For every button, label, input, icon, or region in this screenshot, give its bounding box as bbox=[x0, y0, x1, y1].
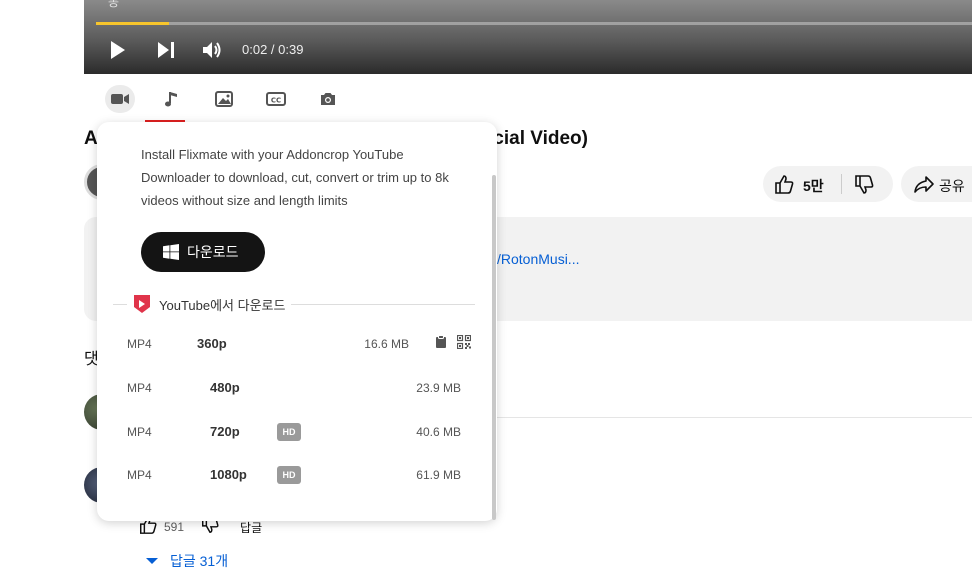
download-row[interactable]: MP4 1080p HD 61.9 MB bbox=[127, 464, 467, 486]
like-count: 5만 bbox=[803, 178, 824, 194]
next-icon bbox=[158, 42, 174, 58]
cc-tab[interactable]: CC bbox=[261, 85, 291, 113]
volume-icon bbox=[203, 42, 221, 58]
copy-button[interactable] bbox=[435, 335, 447, 352]
music-icon bbox=[165, 92, 177, 107]
page: 동 0:02 / 0:39 CC A icial Video) 5만 공유 /R… bbox=[0, 0, 972, 573]
clipboard-icon bbox=[436, 335, 446, 348]
row-resolution: 480p bbox=[210, 380, 240, 395]
camera-tab[interactable] bbox=[313, 85, 343, 113]
camera-icon bbox=[321, 93, 335, 105]
svg-text:CC: CC bbox=[271, 97, 281, 105]
next-button[interactable] bbox=[154, 38, 178, 62]
windows-icon bbox=[163, 244, 179, 260]
share-label: 공유 bbox=[939, 178, 965, 194]
row-format: MP4 bbox=[127, 337, 152, 351]
video-tab[interactable] bbox=[105, 85, 135, 113]
video-title-start: A bbox=[84, 128, 98, 149]
row-resolution: 720p bbox=[210, 424, 240, 439]
download-row[interactable]: MP4 360p 16.6 MB bbox=[127, 333, 472, 355]
dislike-button[interactable] bbox=[853, 174, 875, 201]
play-button[interactable] bbox=[106, 38, 130, 62]
description-link[interactable]: /RotonMusi... bbox=[497, 251, 579, 267]
popup-scrollbar[interactable] bbox=[492, 175, 496, 520]
thumbs-down-icon bbox=[855, 175, 874, 194]
row-format: MP4 bbox=[127, 425, 152, 439]
chevron-down-icon bbox=[146, 558, 158, 564]
install-promo-text: Install Flixmate with your Addoncrop You… bbox=[141, 147, 449, 208]
section-title: YouTube에서 다운로드 bbox=[159, 297, 286, 313]
row-format: MP4 bbox=[127, 381, 152, 395]
reply-button[interactable]: 답글 bbox=[240, 519, 262, 536]
download-app-button[interactable]: 다운로드 bbox=[141, 232, 265, 272]
replies-toggle[interactable]: 답글 31개 bbox=[146, 551, 228, 571]
progress-fill bbox=[96, 22, 169, 25]
like-button[interactable] bbox=[773, 173, 795, 200]
section-title-wrap: YouTube에서 다운로드 bbox=[127, 294, 292, 314]
downloader-popup: Install Flixmate with your Addoncrop You… bbox=[97, 122, 497, 521]
qr-code-icon bbox=[456, 334, 472, 350]
video-player[interactable]: 동 0:02 / 0:39 bbox=[84, 0, 972, 74]
row-format: MP4 bbox=[127, 468, 152, 482]
youtube-section-header: YouTube에서 다운로드 bbox=[113, 294, 475, 314]
row-size: 23.9 MB bbox=[416, 381, 461, 395]
qr-code-button[interactable] bbox=[456, 334, 472, 352]
music-tab[interactable] bbox=[157, 85, 187, 113]
share-icon bbox=[914, 176, 934, 193]
progress-bar[interactable] bbox=[96, 22, 972, 25]
image-tab[interactable] bbox=[209, 85, 239, 113]
row-size: 40.6 MB bbox=[416, 425, 461, 439]
player-overlay-text: 동 bbox=[108, 0, 120, 9]
row-size: 16.6 MB bbox=[364, 337, 409, 351]
divider bbox=[480, 417, 972, 418]
row-size: 61.9 MB bbox=[416, 468, 461, 482]
volume-button[interactable] bbox=[200, 38, 224, 62]
download-app-label: 다운로드 bbox=[187, 244, 239, 260]
hd-badge: HD bbox=[277, 466, 301, 484]
download-row[interactable]: MP4 480p 23.9 MB bbox=[127, 377, 467, 399]
addoncrop-logo-icon bbox=[134, 295, 150, 313]
like-dislike-pill: 5만 bbox=[763, 166, 893, 202]
play-icon bbox=[111, 41, 125, 59]
hd-badge: HD bbox=[277, 423, 301, 441]
image-icon bbox=[215, 91, 233, 107]
cc-icon: CC bbox=[266, 92, 286, 106]
pill-divider bbox=[841, 174, 842, 194]
row-resolution: 1080p bbox=[210, 467, 247, 482]
video-icon bbox=[111, 94, 129, 104]
row-resolution: 360p bbox=[197, 336, 227, 351]
video-title-end: icial Video) bbox=[488, 128, 588, 149]
share-button[interactable]: 공유 bbox=[901, 166, 972, 202]
replies-label: 답글 31개 bbox=[170, 553, 229, 569]
download-row[interactable]: MP4 720p HD 40.6 MB bbox=[127, 421, 467, 443]
time-display: 0:02 / 0:39 bbox=[242, 42, 304, 57]
thumbs-up-icon bbox=[775, 175, 794, 194]
comment-like-count: 591 bbox=[164, 520, 185, 534]
